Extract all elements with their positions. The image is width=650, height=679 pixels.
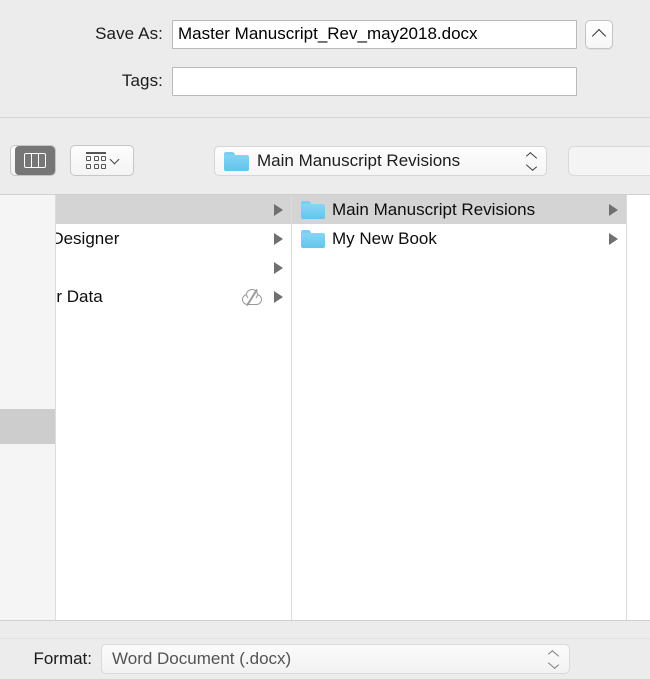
disclosure-arrow-icon[interactable] [273,290,284,303]
tags-row: Tags: [0,65,650,97]
cloud-slash-icon [241,288,263,306]
disclosure-arrow-icon[interactable] [273,261,284,274]
format-label: Format: [33,649,92,668]
list-item[interactable]: e [56,253,291,282]
list-item[interactable] [56,195,291,224]
save-as-dialog: Save As: Master Manuscript_Rev_may2018.d… [0,0,650,679]
list-item-label: Main Manuscript Revisions [332,199,536,219]
format-popup-button[interactable]: Word Document (.docx) [101,644,570,674]
save-as-input[interactable]: Master Manuscript_Rev_may2018.docx [172,19,577,49]
folder-icon [224,151,249,171]
list-item-label: le Web Designer [56,228,120,248]
column-view-icon [24,153,46,168]
tags-label: Tags: [121,71,163,90]
save-as-label: Save As: [95,24,163,43]
group-by-button[interactable] [70,145,134,176]
folder-icon [301,200,325,219]
save-form-area: Save As: Master Manuscript_Rev_may2018.d… [0,0,650,118]
location-popup-button[interactable]: Main Manuscript Revisions [214,146,547,176]
up-down-chevron-icon [547,649,559,669]
up-down-chevron-icon [525,151,537,171]
format-popup-value: Word Document (.docx) [112,649,292,668]
browser-column-three[interactable]: Main Manuscript Revisions My New Book [292,195,627,620]
view-mode-segmented-control[interactable] [10,145,56,176]
format-row: Format: Word Document (.docx) [0,643,650,675]
footer-divider [0,638,650,639]
view-mode-column-button[interactable] [15,146,55,175]
list-item[interactable]: le Web Designer [56,224,291,253]
grid-arrange-icon [86,152,106,169]
browser-column-two[interactable]: le Web Designer e soft User Data [56,195,292,620]
folder-icon [301,229,325,248]
list-item[interactable]: My New Book [292,224,626,253]
list-item-label: My New Book [332,228,437,248]
disclosure-arrow-icon[interactable] [273,203,284,216]
collapse-button[interactable] [585,19,613,49]
list-item-label: e [56,258,267,278]
browser-column-four[interactable] [627,195,648,620]
tags-input[interactable] [172,66,577,96]
list-item-label: soft User Data [56,286,103,306]
location-popup-label: Main Manuscript Revisions [257,151,461,170]
sidebar-selected-row[interactable] [0,409,55,444]
chevron-down-icon [109,154,120,164]
chevron-up-icon [591,28,607,43]
browser-column-sidebar[interactable] [0,195,56,620]
search-input[interactable] [568,146,650,176]
dialog-footer: Format: Word Document (.docx) [0,620,650,679]
column-browser: le Web Designer e soft User Data [0,194,650,620]
disclosure-arrow-icon[interactable] [608,232,619,245]
disclosure-arrow-icon[interactable] [273,232,284,245]
list-item[interactable]: Main Manuscript Revisions [292,195,626,224]
disclosure-arrow-icon[interactable] [608,203,619,216]
save-as-row: Save As: Master Manuscript_Rev_may2018.d… [0,18,650,50]
list-item[interactable]: soft User Data [56,282,291,311]
